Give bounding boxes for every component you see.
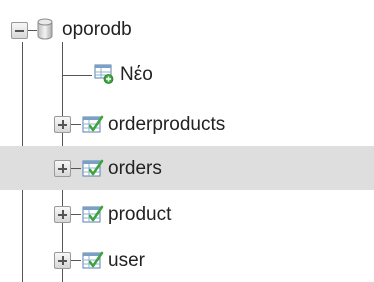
database-label[interactable]: oporodb: [62, 19, 132, 41]
expand-toggle[interactable]: [54, 252, 71, 269]
expand-toggle[interactable]: [54, 160, 71, 177]
tree-line-table-connector: [71, 260, 81, 261]
tree-node-database[interactable]: oporodb: [0, 8, 374, 52]
new-item-label[interactable]: Νέο: [120, 64, 153, 86]
expand-toggle[interactable]: [54, 116, 71, 133]
tree-node-table[interactable]: orderproducts: [0, 102, 374, 146]
table-icon: [82, 158, 104, 183]
table-label[interactable]: orderproducts: [108, 114, 225, 136]
table-label[interactable]: user: [108, 250, 145, 272]
navigation-tree: oporodb Νέο orderproducts orders product…: [0, 0, 374, 282]
tree-node-table[interactable]: user: [0, 238, 374, 282]
tree-line-db-connector: [28, 30, 37, 31]
database-icon: [37, 18, 53, 45]
table-icon: [82, 250, 104, 275]
tree-line-table-connector: [71, 168, 81, 169]
tree-line-table-connector: [71, 214, 81, 215]
collapse-toggle[interactable]: [11, 22, 28, 39]
table-icon: [82, 204, 104, 229]
tree-node-table[interactable]: orders: [0, 146, 374, 190]
table-icon: [82, 114, 104, 139]
new-table-icon: [94, 64, 114, 89]
tree-node-table[interactable]: product: [0, 192, 374, 236]
tree-line-table-connector: [71, 124, 81, 125]
expand-toggle[interactable]: [54, 206, 71, 223]
table-label[interactable]: product: [108, 204, 171, 226]
tree-node-new[interactable]: Νέο: [0, 52, 374, 96]
table-label[interactable]: orders: [108, 158, 162, 180]
tree-line-new-connector: [62, 75, 92, 76]
